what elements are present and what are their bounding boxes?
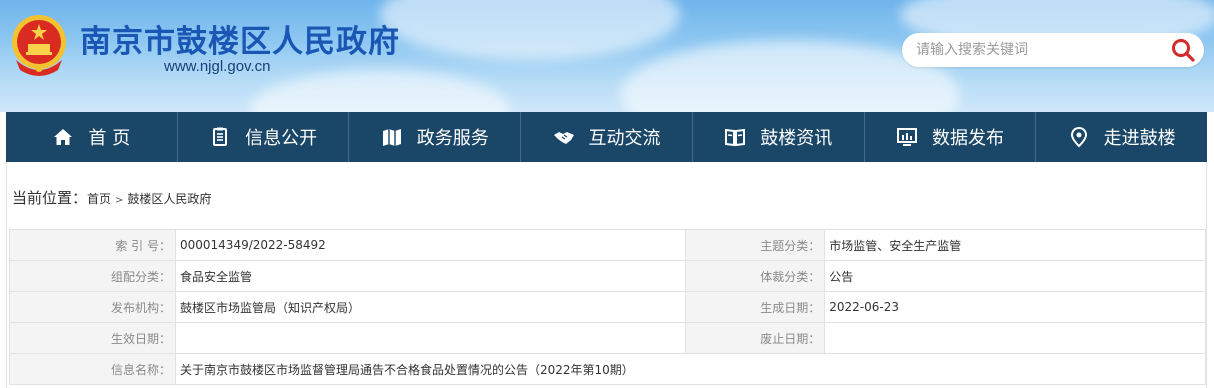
org-class-value: 食品安全监管 [174, 260, 687, 292]
chart-monitor-icon [896, 126, 918, 148]
search-input[interactable] [916, 39, 1166, 61]
breadcrumb: 当前位置： 首页 > 鼓楼区人民政府 [12, 187, 211, 208]
expire-date-label: 废止日期： [685, 322, 826, 354]
info-name-value: 关于南京市鼓楼区市场监督管理局通告不合格食品处置情况的公告（2022年第10期） [175, 353, 1206, 385]
nav-item-home[interactable]: 首 页 [6, 112, 178, 162]
table-row: 索 引 号： 000014349/2022-58492 主题分类： 市场监管、安… [9, 229, 1206, 261]
cloud-decoration [250, 70, 510, 112]
document-icon [209, 126, 231, 148]
national-emblem-icon[interactable] [8, 10, 70, 80]
site-title[interactable]: 南京市鼓楼区人民政府 [80, 16, 400, 61]
breadcrumb-separator: > [115, 195, 124, 206]
effective-date-label: 生效日期： [9, 322, 176, 354]
main-content: 当前位置： 首页 > 鼓楼区人民政府 索 引 号： 000014349/2022… [6, 162, 1207, 388]
info-name-label: 信息名称： [9, 353, 176, 385]
effective-date-value [174, 322, 687, 354]
index-number-label: 索 引 号： [9, 229, 176, 261]
genre-label: 体裁分类： [685, 260, 826, 292]
breadcrumb-item-home[interactable]: 首页 [87, 190, 111, 207]
main-nav: 首 页 信息公开 政务服务 互动交流 鼓楼资讯 数据发布 走进鼓楼 [6, 112, 1207, 162]
issuer-label: 发布机构： [9, 291, 176, 323]
handshake-icon [553, 126, 575, 148]
nav-item-label: 走进鼓楼 [1103, 128, 1176, 149]
topic-value: 市场监管、安全生产监管 [824, 229, 1206, 261]
expire-date-value [824, 322, 1206, 354]
nav-item-gov-services[interactable]: 政务服务 [349, 112, 522, 162]
topic-label: 主题分类： [685, 229, 826, 261]
nav-item-interaction[interactable]: 互动交流 [521, 112, 693, 162]
location-pin-icon [1068, 126, 1090, 148]
breadcrumb-lead: 当前位置： [12, 189, 88, 207]
cloud-decoration [380, 0, 680, 60]
book-icon [724, 126, 746, 148]
map-icon [381, 126, 403, 148]
nav-item-info-disclosure[interactable]: 信息公开 [178, 112, 350, 162]
nav-item-data-release[interactable]: 数据发布 [865, 112, 1037, 162]
nav-item-label: 信息公开 [245, 128, 318, 149]
table-row: 组配分类： 食品安全监管 体裁分类： 公告 [9, 260, 1206, 292]
nav-item-label: 互动交流 [588, 128, 661, 149]
site-url: www.njgl.gov.cn [164, 58, 271, 75]
home-icon [52, 126, 74, 148]
nav-item-label: 数据发布 [931, 128, 1004, 149]
created-date-value: 2022-06-23 [824, 291, 1206, 323]
search-icon[interactable] [1170, 37, 1196, 63]
nav-item-label: 鼓楼资讯 [760, 128, 833, 149]
genre-value: 公告 [824, 260, 1206, 292]
nav-item-label: 首 页 [88, 128, 131, 149]
table-row: 生效日期： 废止日期： [9, 322, 1206, 354]
info-metadata-table: 索 引 号： 000014349/2022-58492 主题分类： 市场监管、安… [9, 229, 1206, 385]
table-row: 发布机构： 鼓楼区市场监管局（知识产权局） 生成日期： 2022-06-23 [9, 291, 1206, 323]
issuer-value: 鼓楼区市场监管局（知识产权局） [174, 291, 687, 323]
created-date-label: 生成日期： [685, 291, 826, 323]
search-box [902, 33, 1204, 67]
index-number-value: 000014349/2022-58492 [174, 229, 687, 261]
nav-item-gulou-news[interactable]: 鼓楼资讯 [693, 112, 865, 162]
org-class-label: 组配分类： [9, 260, 176, 292]
nav-item-about-gulou[interactable]: 走进鼓楼 [1036, 112, 1207, 162]
breadcrumb-item-government[interactable]: 鼓楼区人民政府 [127, 190, 211, 207]
table-row: 信息名称： 关于南京市鼓楼区市场监督管理局通告不合格食品处置情况的公告（2022… [9, 353, 1206, 385]
nav-item-label: 政务服务 [416, 128, 489, 149]
site-header: 南京市鼓楼区人民政府 www.njgl.gov.cn [0, 0, 1214, 112]
